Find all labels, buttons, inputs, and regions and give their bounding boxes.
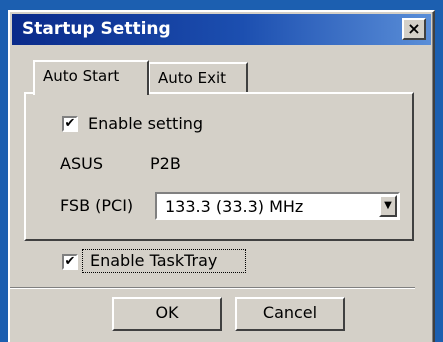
tab-auto-start-label: Auto Start: [43, 67, 120, 85]
board-model: P2B: [150, 154, 181, 173]
ok-button-label: OK: [155, 303, 179, 322]
window-title: Startup Setting: [22, 19, 171, 39]
close-icon: ×: [407, 19, 421, 38]
tab-auto-start[interactable]: Auto Start: [33, 60, 149, 95]
fsb-label: FSB (PCI): [60, 196, 134, 215]
tab-auto-exit[interactable]: Auto Exit: [148, 62, 248, 93]
chevron-down-icon[interactable]: ▼: [379, 195, 397, 217]
title-bar[interactable]: Startup Setting ×: [12, 14, 431, 45]
cancel-button-label: Cancel: [262, 303, 318, 322]
close-button[interactable]: ×: [402, 18, 426, 40]
enable-setting-checkbox[interactable]: ✔: [62, 116, 78, 132]
check-icon: ✔: [64, 116, 76, 131]
board-vendor: ASUS: [60, 154, 103, 173]
fsb-select[interactable]: 133.3 (33.3) MHz ▼: [155, 192, 400, 220]
tab-auto-exit-label: Auto Exit: [158, 69, 226, 87]
enable-tasktray-label: Enable TaskTray: [90, 251, 218, 270]
cancel-button[interactable]: Cancel: [235, 297, 345, 331]
separator: [10, 287, 415, 289]
check-icon: ✔: [64, 254, 76, 269]
fsb-select-value: 133.3 (33.3) MHz: [165, 197, 304, 216]
ok-button[interactable]: OK: [112, 297, 222, 331]
enable-tasktray-checkbox[interactable]: ✔: [62, 254, 78, 270]
enable-setting-label: Enable setting: [88, 114, 204, 133]
